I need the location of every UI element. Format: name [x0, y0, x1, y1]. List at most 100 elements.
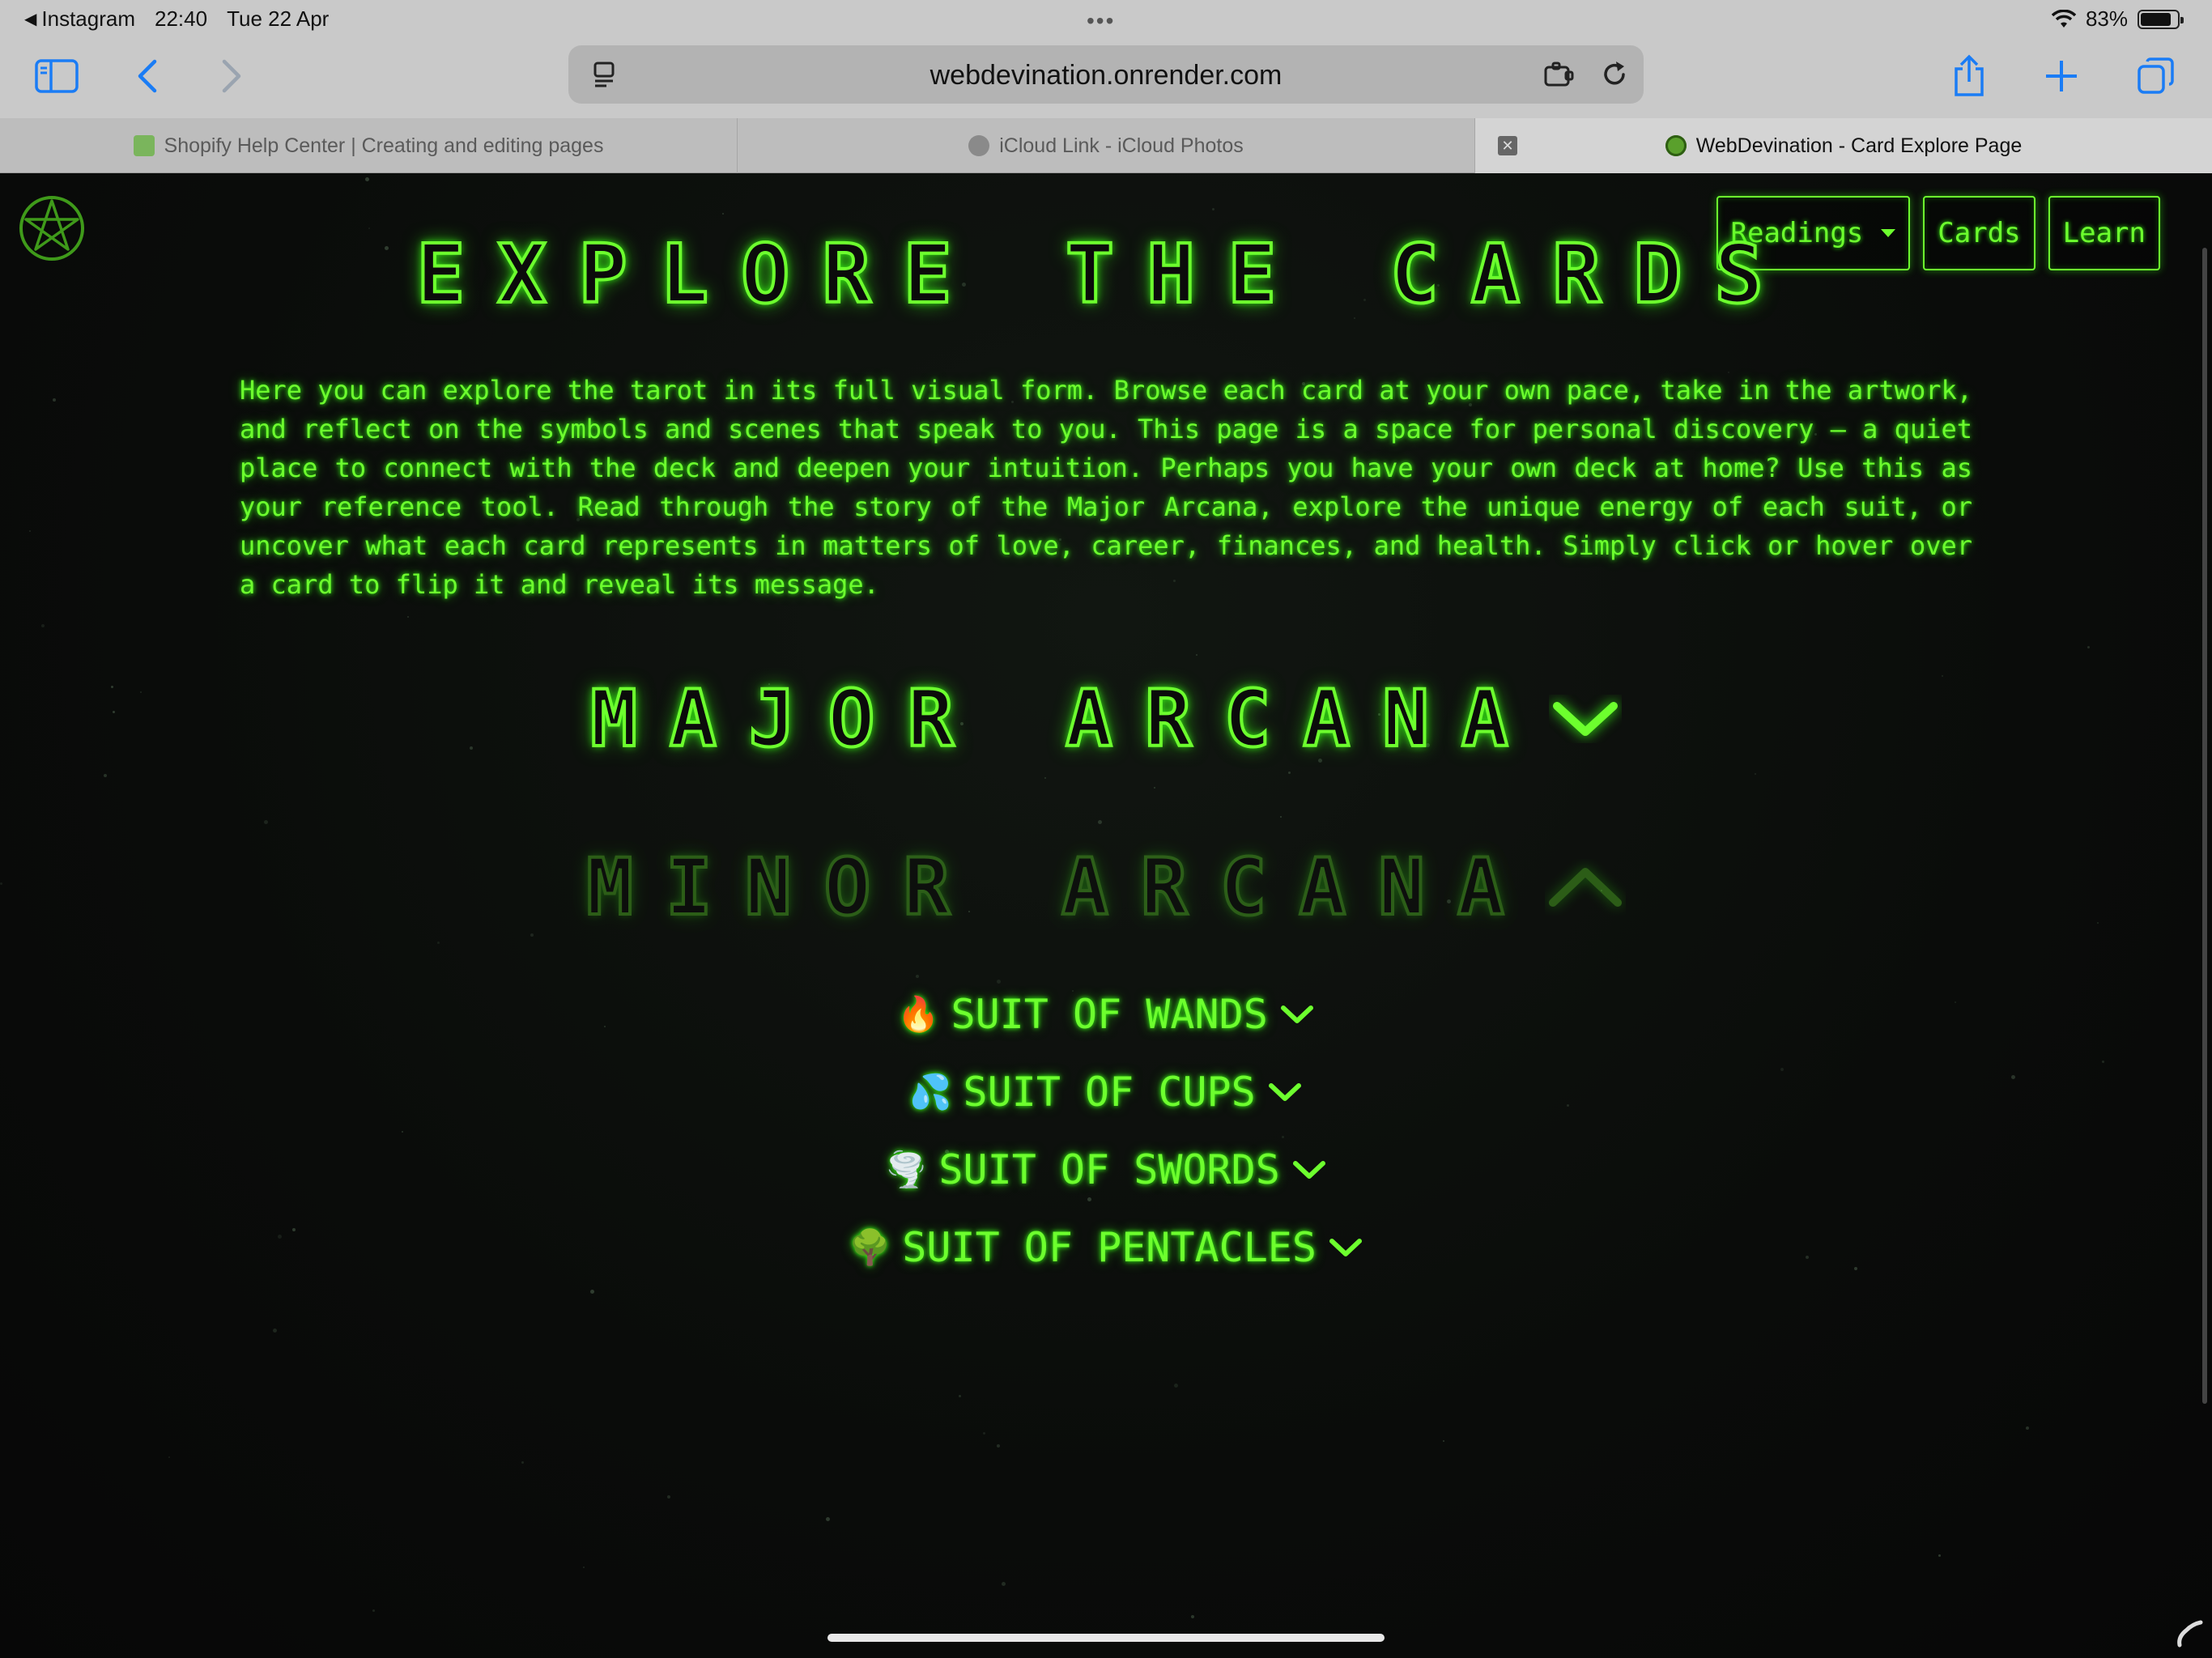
star-dot [583, 1567, 585, 1568]
suit-pentacles-toggle[interactable]: 🌳 SUIT OF PENTACLES [0, 1224, 2212, 1271]
page-title: EXPLORE THE CARDS [415, 225, 1796, 323]
suit-label: SUIT OF PENTACLES [902, 1224, 1317, 1271]
tree-icon: 🌳 [848, 1227, 891, 1267]
status-time: 22:40 [155, 6, 208, 31]
reload-icon[interactable] [1597, 57, 1632, 92]
tab-webdevination[interactable]: ✕ WebDevination - Card Explore Page [1475, 118, 2212, 173]
star-dot [997, 980, 1001, 984]
tab-icloud[interactable]: iCloud Link - iCloud Photos [738, 118, 1475, 173]
star-dot [530, 933, 534, 937]
star-dot [1196, 654, 1197, 656]
tab-label: WebDevination - Card Explore Page [1695, 134, 2023, 157]
url-text: webdevination.onrender.com [929, 60, 1283, 91]
back-triangle-icon: ◀ [24, 11, 37, 28]
suit-wands-toggle[interactable]: 🔥 SUIT OF WANDS [0, 991, 2212, 1038]
share-icon[interactable] [1943, 50, 1995, 102]
star-dot [1282, 1136, 1284, 1138]
tab-strip: Shopify Help Center | Creating and editi… [0, 118, 2212, 173]
star-dot [437, 942, 440, 944]
fire-icon: 🔥 [897, 994, 940, 1034]
multitask-dots-icon[interactable]: ••• [1087, 8, 1115, 34]
suit-swords-toggle[interactable]: 🌪️ SUIT OF SWORDS [0, 1146, 2212, 1193]
back-icon[interactable] [121, 50, 173, 102]
star-dot [590, 1290, 594, 1294]
shopify-bag-icon [133, 135, 155, 156]
chevron-down-icon [1552, 702, 1618, 736]
chevron-down-icon [1268, 1083, 1301, 1101]
chevron-down-icon [1329, 1239, 1363, 1256]
star-dot [365, 177, 369, 181]
status-bar: ◀ Instagram 22:40 Tue 22 Apr ••• 83% [0, 0, 2212, 39]
suit-label: SUIT OF CUPS [963, 1069, 1256, 1116]
suit-label: SUIT OF SWORDS [938, 1146, 1280, 1193]
home-indicator[interactable] [827, 1634, 1385, 1642]
star-dot [521, 1461, 524, 1464]
sidebar-toggle-icon[interactable] [31, 50, 83, 102]
star-dot [983, 1432, 985, 1435]
major-arcana-heading: MAJOR ARCANA [589, 672, 1541, 766]
star-dot [997, 1444, 1000, 1448]
star-dot [53, 398, 56, 402]
new-tab-icon[interactable] [2035, 50, 2087, 102]
tab-shopify[interactable]: Shopify Help Center | Creating and editi… [0, 118, 738, 173]
extension-icon[interactable] [1542, 57, 1577, 92]
star-dot [372, 1609, 375, 1612]
star-dot [1212, 208, 1214, 210]
battery-percentage: 83% [2085, 6, 2128, 31]
back-app-label: Instagram [41, 6, 135, 31]
page-scrollbar[interactable] [2202, 248, 2207, 1404]
star-dot [402, 1131, 403, 1133]
apple-icon [968, 135, 990, 156]
star-dot [273, 1329, 277, 1333]
star-dot [29, 530, 31, 532]
chevron-up-icon [1548, 868, 1622, 907]
tab-label: Shopify Help Center | Creating and editi… [164, 134, 604, 157]
suit-cups-toggle[interactable]: 💦 SUIT OF CUPS [0, 1069, 2212, 1116]
browser-toolbar: webdevination.onrender.com [0, 39, 2212, 118]
minor-arcana-heading: MINOR ARCANA [585, 840, 1537, 934]
star-dot [407, 616, 409, 618]
forward-icon[interactable] [206, 50, 257, 102]
star-dot [916, 975, 919, 978]
star-dot [667, 1495, 670, 1499]
suit-label: SUIT OF WANDS [951, 991, 1268, 1038]
star-dot [1288, 772, 1291, 774]
star-dot [1938, 1554, 1941, 1557]
chevron-down-icon [1292, 1161, 1325, 1179]
star-dot [264, 820, 268, 824]
tab-label: iCloud Link - iCloud Photos [999, 134, 1244, 157]
star-dot [41, 624, 45, 627]
tornado-icon: 🌪️ [885, 1150, 928, 1189]
star-dot [1044, 777, 1046, 779]
battery-icon [2138, 9, 2184, 29]
star-dot [826, 1517, 830, 1521]
star-dot [1755, 773, 1756, 775]
star-dot [1002, 1582, 1006, 1586]
status-date: Tue 22 Apr [227, 6, 330, 31]
star-dot [959, 1395, 961, 1397]
phone-call-icon[interactable] [2175, 1619, 2204, 1648]
star-dot [104, 774, 107, 777]
major-arcana-toggle[interactable]: MAJOR ARCANA [0, 672, 2212, 766]
star-dot [1191, 1615, 1194, 1618]
star-dot [1098, 820, 1102, 824]
close-tab-icon[interactable]: ✕ [1498, 136, 1517, 155]
address-bar[interactable]: webdevination.onrender.com [568, 45, 1644, 104]
wifi-icon [2051, 9, 2076, 28]
star-dot [1087, 1197, 1091, 1201]
star-dot [168, 1456, 170, 1458]
star-dot [1174, 1384, 1178, 1388]
tab-overview-icon[interactable] [2129, 50, 2181, 102]
star-dot [2102, 1061, 2104, 1063]
pentacle-favicon-icon [1665, 135, 1687, 156]
minor-arcana-toggle[interactable]: MINOR ARCANA [0, 840, 2212, 934]
chevron-down-icon [1280, 1005, 1313, 1023]
intro-paragraph: Here you can explore the tarot in its fu… [240, 375, 1972, 600]
star-dot [1443, 1440, 1444, 1442]
back-to-app-link[interactable]: ◀ Instagram [24, 6, 135, 32]
water-drops-icon: 💦 [909, 1072, 952, 1112]
star-dot [1154, 787, 1155, 789]
web-page: Readings Cards Learn EXPLORE THE CARDS H… [0, 173, 2212, 1658]
star-dot [1280, 816, 1282, 818]
star-dot [722, 213, 724, 215]
